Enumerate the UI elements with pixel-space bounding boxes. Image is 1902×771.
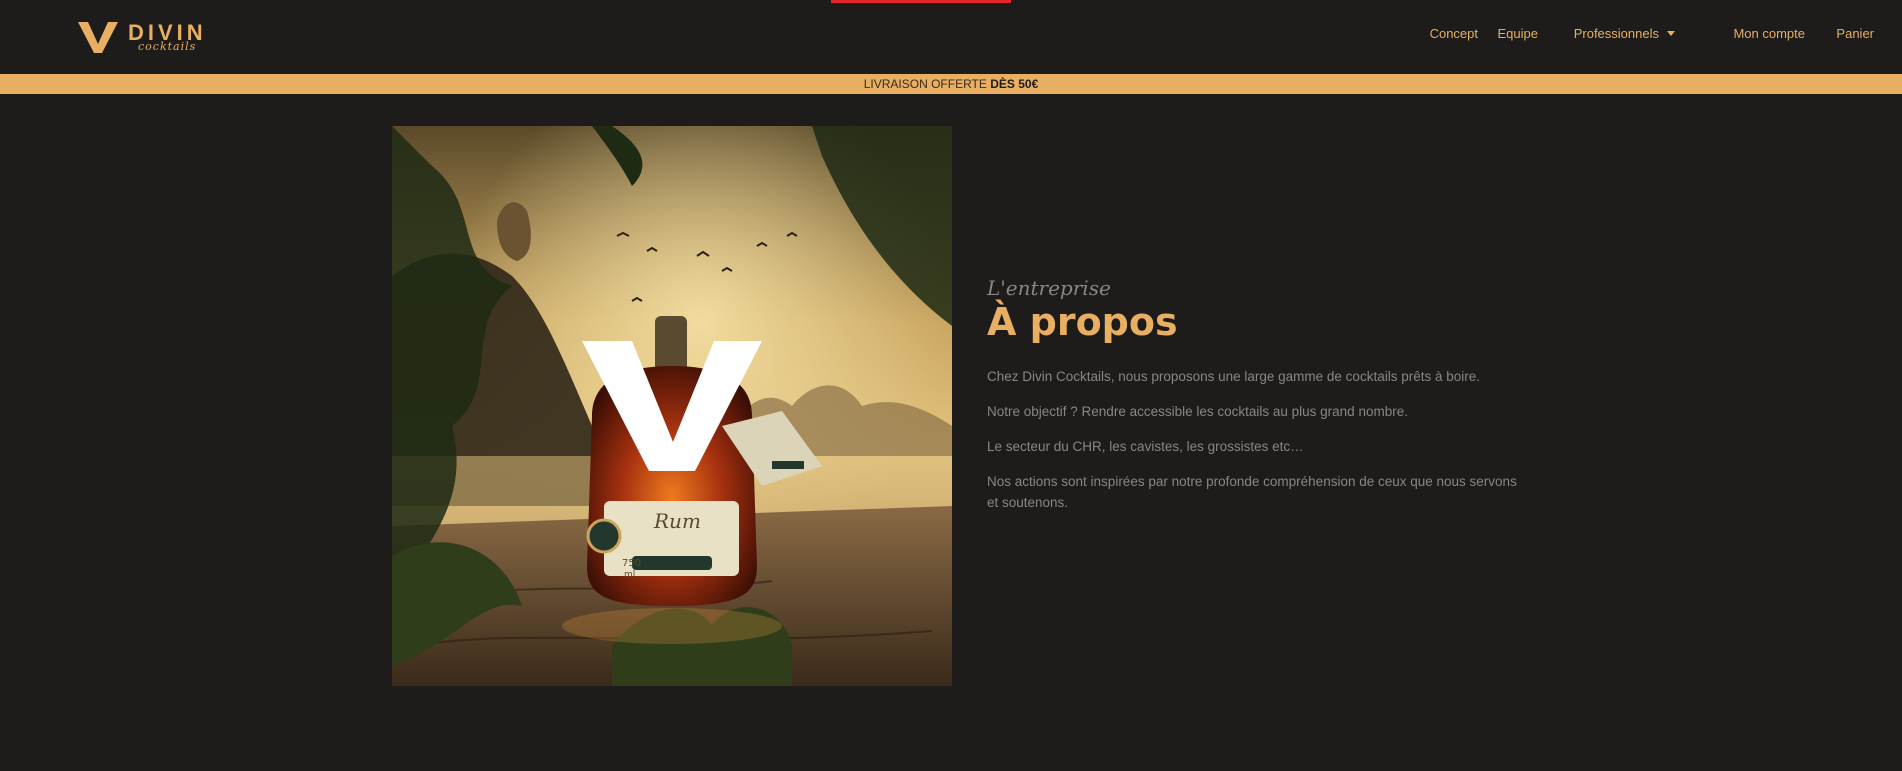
logo-tagline: cocktails [138,40,197,53]
nav-item-professionnels[interactable]: Professionnels [1574,26,1675,41]
promo-highlight: DÈS 50€ [990,77,1039,91]
about-paragraph: Notre objectif ? Rendre accessible les c… [987,403,1408,419]
top-accent-bar [831,0,1011,3]
nav-item-panier[interactable]: Panier [1836,26,1874,41]
promo-text: LIVRAISON OFFERTE [863,77,987,91]
about-section: L'entreprise À propos Chez Divin Cocktai… [987,276,1517,527]
nav-item-professionnels-label: Professionnels [1573,26,1659,41]
nav-item-concept[interactable]: Concept [1430,26,1478,41]
bottle-volume: 750 [622,558,641,569]
nav-item-mon-compte[interactable]: Mon compte [1733,26,1805,41]
promo-banner: LIVRAISON OFFERTE DÈS 50€ [0,74,1902,94]
site-header: DIVIN cocktails Concept Equipe Professio… [0,0,1902,74]
chevron-down-icon [1667,31,1675,36]
bottle-label-text: Rum [653,509,701,533]
page: DIVIN cocktails Concept Equipe Professio… [0,0,1902,771]
about-paragraph: Chez Divin Cocktails, nous proposons une… [987,368,1480,384]
about-kicker: L'entreprise [987,276,1111,300]
logo-v-icon [78,22,118,53]
nav-item-equipe[interactable]: Equipe [1498,26,1538,41]
hero-image: Rum 750 ml [392,126,952,686]
about-title: À propos [987,300,1178,344]
about-paragraph: Nos actions sont inspirées par notre pro… [987,473,1517,510]
hero-illustration: Rum 750 ml [392,126,952,686]
about-paragraph: Le secteur du CHR, les cavistes, les gro… [987,438,1304,454]
logo[interactable]: DIVIN cocktails [78,20,208,56]
bottle-volume-unit: ml [624,570,635,580]
